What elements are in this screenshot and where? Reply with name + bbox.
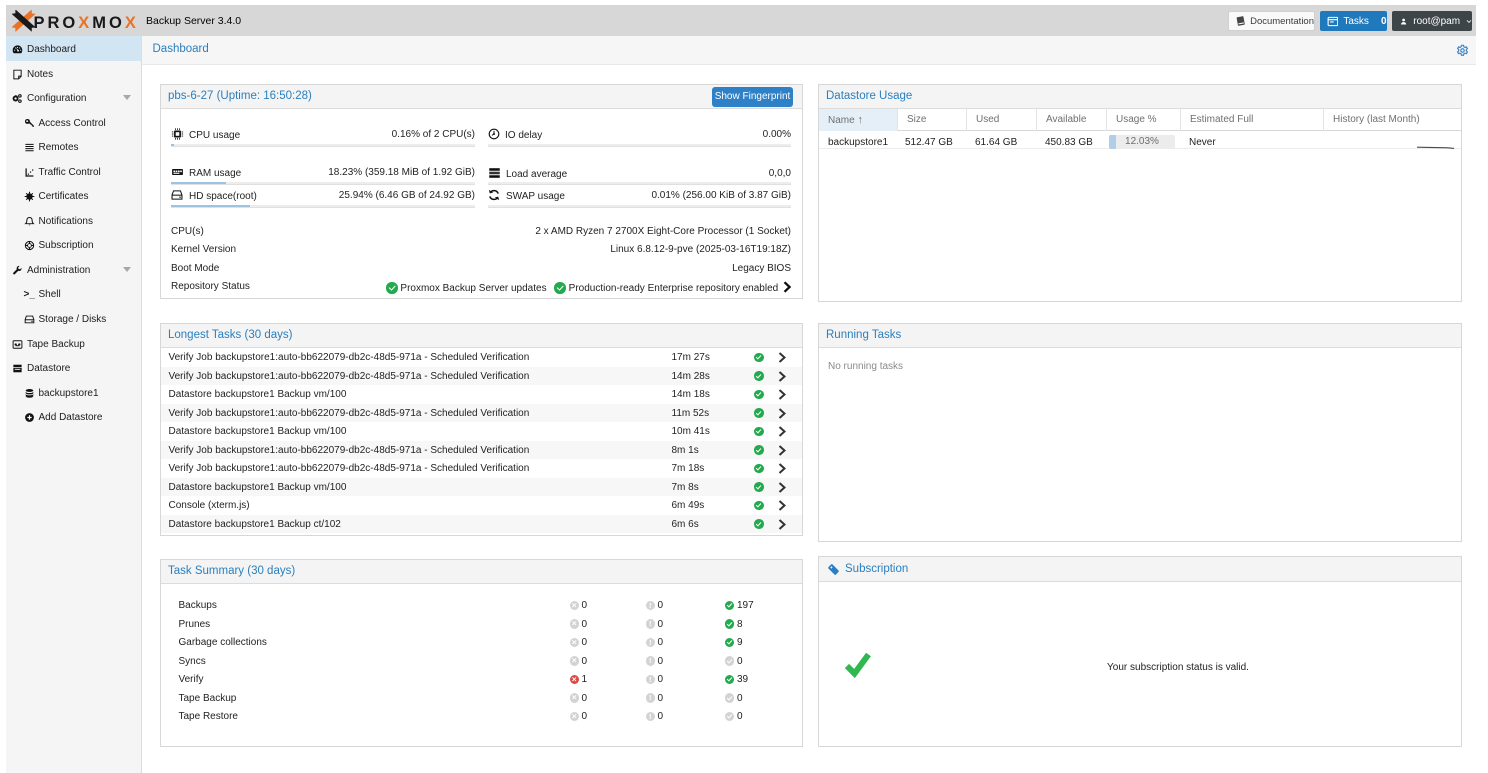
svg-text:PROXMOX: PROXMOX <box>33 14 138 32</box>
